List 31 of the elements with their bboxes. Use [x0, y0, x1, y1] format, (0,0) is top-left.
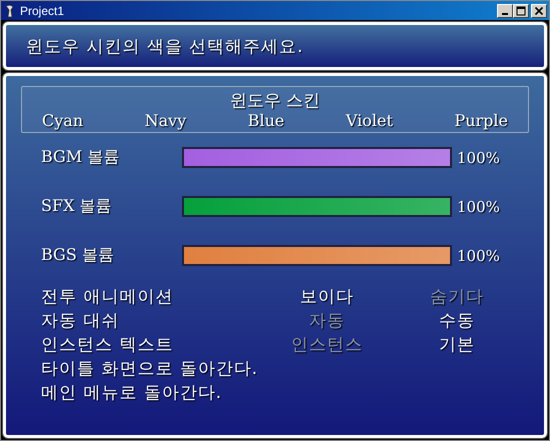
- volume-reading: 100%: [457, 246, 500, 264]
- close-button[interactable]: [531, 4, 547, 18]
- volume-label: SFX 볼륨: [41, 196, 113, 217]
- volume-reading: 100%: [457, 198, 500, 216]
- option-choice[interactable]: 기본: [439, 332, 475, 356]
- option-choice[interactable]: 인스턴스: [291, 332, 363, 356]
- volume-label: BGM 볼륨: [41, 147, 120, 168]
- volume-reading: 100%: [457, 148, 500, 166]
- skin-option[interactable]: Cyan: [42, 111, 84, 130]
- menu-command[interactable]: 메인 메뉴로 돌아간다.: [41, 380, 222, 404]
- minimize-button[interactable]: [497, 4, 513, 18]
- option-label: 인스턴스 텍스트: [41, 334, 174, 356]
- option-choice[interactable]: 보이다: [300, 284, 354, 308]
- minimize-icon: [502, 12, 508, 14]
- option-choice[interactable]: 자동: [309, 308, 345, 332]
- skin-option[interactable]: Blue: [248, 111, 284, 130]
- maximize-icon: [516, 6, 526, 16]
- option-choice[interactable]: 수동: [439, 308, 475, 332]
- help-text: 윈도우 시킨의 색을 선택해주세요.: [26, 36, 304, 58]
- window-title: Project1: [20, 4, 66, 18]
- option-label: 전투 애니메이션: [41, 286, 174, 308]
- volume-label: BGS 볼륨: [41, 245, 115, 266]
- option-choice[interactable]: 숨기다: [430, 284, 484, 308]
- skin-title: 윈도우 스킨: [228, 90, 322, 111]
- skin-option[interactable]: Navy: [144, 111, 186, 130]
- skin-option[interactable]: Purple: [454, 111, 508, 130]
- maximize-button[interactable]: [513, 4, 529, 18]
- close-icon: [534, 6, 544, 16]
- option-label: 자동 대쉬: [41, 310, 120, 332]
- skin-option[interactable]: Violet: [346, 111, 393, 130]
- menu-command[interactable]: 타이틀 화면으로 돌아간다.: [41, 356, 258, 380]
